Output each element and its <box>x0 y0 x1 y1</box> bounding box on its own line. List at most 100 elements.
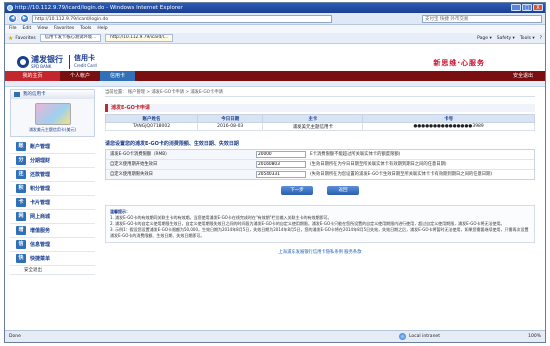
sidebar-logout[interactable]: 安全退出 <box>10 266 95 275</box>
nav-personal-account[interactable]: 个人帐户 <box>60 71 100 81</box>
footer-link[interactable]: 上海浦东发展银行信用卡隐私条例 服务条款 <box>105 249 535 255</box>
menu-favorites[interactable]: Favorites <box>54 25 74 33</box>
menu-edit[interactable]: Edit <box>23 25 32 33</box>
menu-help[interactable]: Help <box>97 25 107 33</box>
col-card-number: 卡号 <box>362 114 535 123</box>
card-name[interactable]: 浦发美元主题信用卡(美元) <box>11 127 94 136</box>
settings-form: 浦发E-GO卡消费限额（RMB） E卡消费限额不能超过所关联实体卡的额度限额) … <box>105 149 535 180</box>
start-date-label: 自定义使用期开始生效日 <box>106 160 256 169</box>
sidebar-item-repayment[interactable]: 还还款管理 <box>10 168 95 182</box>
browser-window: http://10.112.9.79/icard/login.do - Wind… <box>4 2 546 343</box>
my-card-title: 我的信用卡 <box>11 90 94 99</box>
sidebar: 我的信用卡 浦发美元主题信用卡(美元) 账账户管理 分分期理财 还还款管理 积积… <box>10 89 95 275</box>
my-card-box: 我的信用卡 浦发美元主题信用卡(美元) <box>10 89 95 137</box>
spd-logo-icon <box>17 56 29 68</box>
account-icon: 账 <box>16 142 26 151</box>
col-main-card: 主卡 <box>262 114 364 123</box>
sidebar-item-value-added[interactable]: 增增值服务 <box>10 224 95 238</box>
nav-home[interactable]: 我的主页 <box>5 71 60 81</box>
status-bar: Done Local intranet 100% <box>5 330 545 342</box>
card-number-cell: ●●●●●●●●●●●●●●●3989 <box>362 122 535 131</box>
limit-label: 浦发E-GO卡消费限额（RMB） <box>106 150 256 159</box>
nav-logout[interactable]: 安全退出 <box>513 71 545 81</box>
back-icon[interactable]: ◀ <box>8 14 17 23</box>
form-row-start-date: 自定义使用期开始生效日 (生效日期所在为今日日期至所关联实体卡有效期到期日之间的… <box>106 160 534 170</box>
card-cn: 信用卡 <box>74 54 95 62</box>
sub-nav <box>5 81 545 87</box>
zone-label: Local intranet <box>409 334 440 339</box>
sidebar-item-info[interactable]: 信信息管理 <box>10 238 95 252</box>
sidebar-item-label: 快捷菜单 <box>30 256 51 262</box>
browser-tab-2[interactable]: http://10.112.9.79/icard/l... <box>105 34 174 42</box>
help-icon[interactable]: ? <box>540 36 542 41</box>
sidebar-item-account[interactable]: 账账户管理 <box>10 140 95 154</box>
sidebar-item-mall[interactable]: 网网上商城 <box>10 210 95 224</box>
star-icon: ★ <box>8 34 14 42</box>
menu-file[interactable]: File <box>9 25 17 33</box>
bank-logo: 浦发银行 SPD BANK <box>17 54 63 69</box>
end-date-hint: (失效日期所在为您设置的浦发E-GO卡生效日期至所关联实体卡卡有效期到期日之间的… <box>310 172 493 177</box>
tools-menu[interactable]: Tools ▾ <box>520 36 535 41</box>
window-title: http://10.112.9.79/icard/login.do - Wind… <box>15 5 183 11</box>
logo-en: SPD BANK <box>31 63 52 69</box>
breadcrumb: 当前位置： 账户管理 > 浦发E-GO卡申请 > 浦发E-GO卡申请 <box>105 89 535 97</box>
minimize-button[interactable]: _ <box>511 4 521 11</box>
sidebar-item-installment[interactable]: 分分期理财 <box>10 154 95 168</box>
sidebar-item-label: 还款管理 <box>30 172 51 178</box>
sidebar-item-points[interactable]: 积积分管理 <box>10 182 95 196</box>
sidebar-item-label: 卡片管理 <box>30 200 51 206</box>
main-card-cell: 浦发美元主题信用卡 <box>262 122 364 131</box>
mall-icon: 网 <box>16 212 26 221</box>
col-today-date: 今日日期 <box>197 114 264 123</box>
sidebar-item-label: 分期理财 <box>30 158 51 164</box>
end-date-input[interactable] <box>256 171 306 178</box>
close-button[interactable]: X <box>533 4 543 11</box>
forward-icon[interactable]: ▶ <box>20 14 29 23</box>
security-zone: Local intranet <box>399 333 509 340</box>
favorites-button[interactable]: ★ Favorites <box>8 35 36 42</box>
card-en: Credit Card <box>74 63 97 68</box>
menu-bar: File Edit View Favorites Tools Help <box>5 25 545 33</box>
search-input[interactable]: 支付宝 快捷 外币交易 <box>422 14 542 23</box>
tips-box: 温馨提示： 1. 浦发E-GO卡的有效期同关联主卡的有效期。当您使用浦发E-GO… <box>105 205 535 243</box>
menu-tools[interactable]: Tools <box>80 25 91 33</box>
web-page: 浦发银行 SPD BANK 信用卡 Credit Card 新思维·心服务 我的… <box>5 53 545 332</box>
ie-icon <box>7 5 13 11</box>
bank-header: 浦发银行 SPD BANK 信用卡 Credit Card 新思维·心服务 <box>5 53 545 71</box>
card-icon: 卡 <box>16 198 26 207</box>
sidebar-item-shortcuts[interactable]: 快快捷菜单 <box>10 252 95 266</box>
main-content: 当前位置： 账户管理 > 浦发E-GO卡申请 > 浦发E-GO卡申请 浦发E-G… <box>104 89 535 255</box>
repayment-icon: 还 <box>16 170 26 179</box>
favorites-bar: ★ Favorites 信用卡发卡核心测试环境... http://10.112… <box>5 33 545 44</box>
section-title-apply: 浦发E-GO卡申请 <box>105 104 535 112</box>
credit-card-brand: 信用卡 Credit Card <box>69 55 97 69</box>
card-info-table: 账户姓名 今日日期 主卡 卡号 TANGJQ0718002 2016-08-03… <box>104 114 535 131</box>
page-menu[interactable]: Page ▾ <box>477 36 492 41</box>
start-date-input[interactable] <box>256 161 306 168</box>
address-bar: ◀ ▶ http://10.112.9.79/icard/login.do 支付… <box>5 13 545 25</box>
slogan: 新思维·心服务 <box>433 59 485 67</box>
info-icon: 信 <box>16 240 26 249</box>
browser-tab-1[interactable]: 信用卡发卡核心测试环境... <box>39 34 102 42</box>
url-field[interactable]: http://10.112.9.79/icard/login.do <box>32 14 332 23</box>
tip-line: 3. 示例1：假设您设置浦发E-GO卡限额为50,000，生效日期为2014年8… <box>110 227 529 238</box>
col-account-name: 账户姓名 <box>104 114 199 123</box>
zoom-level[interactable]: 100% <box>515 334 545 339</box>
nav-credit-card[interactable]: 信用卡 <box>100 71 136 81</box>
status-text: Done <box>9 334 21 339</box>
menu-view[interactable]: View <box>37 25 48 33</box>
table-row: TANGJQ0718002 2016-08-03 浦发美元主题信用卡 ●●●●●… <box>104 122 535 131</box>
next-button[interactable]: 下一步 <box>281 186 313 195</box>
back-button[interactable]: 返回 <box>327 186 359 195</box>
table-header-row: 账户姓名 今日日期 主卡 卡号 <box>104 114 535 123</box>
main-nav: 我的主页 个人帐户 信用卡 安全退出 <box>5 71 545 81</box>
logo-cn: 浦发银行 <box>31 54 63 64</box>
today-date-cell: 2016-08-03 <box>197 122 264 131</box>
card-image <box>34 103 71 125</box>
sidebar-item-card-mgmt[interactable]: 卡卡片管理 <box>10 196 95 210</box>
limit-input[interactable] <box>256 151 306 158</box>
button-row: 下一步 返回 <box>105 186 535 195</box>
maximize-button[interactable]: □ <box>522 4 532 11</box>
safety-menu[interactable]: Safety ▾ <box>497 36 515 41</box>
sidebar-item-label: 增值服务 <box>30 228 51 234</box>
